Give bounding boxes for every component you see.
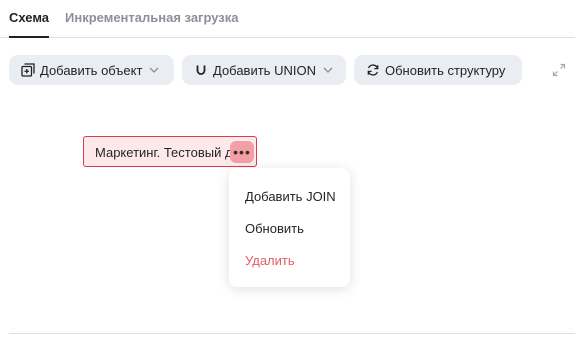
add-object-button[interactable]: Добавить объект <box>9 55 174 85</box>
divider <box>9 333 575 334</box>
menu-item-refresh[interactable]: Обновить <box>245 221 304 237</box>
add-object-label: Добавить объект <box>40 62 143 78</box>
node-context-menu: Добавить JOIN Обновить Удалить <box>229 168 350 287</box>
refresh-structure-label: Обновить структуру <box>385 62 506 78</box>
tab-incremental-load[interactable]: Инкрементальная загрузка <box>65 10 239 26</box>
add-union-button[interactable]: Добавить UNION <box>182 55 346 85</box>
menu-item-add-join[interactable]: Добавить JOIN <box>245 189 336 205</box>
expand-icon[interactable] <box>551 62 567 78</box>
node-label: Маркетинг. Тестовый д <box>95 145 233 160</box>
chevron-down-icon <box>322 64 334 76</box>
add-union-label: Добавить UNION <box>213 62 316 78</box>
tab-schema[interactable]: Схема <box>9 10 50 38</box>
tab-bar: Схема Инкрементальная загрузка <box>0 0 575 38</box>
union-icon <box>194 63 208 77</box>
refresh-structure-button[interactable]: Обновить структуру <box>354 55 522 85</box>
schema-node[interactable]: Маркетинг. Тестовый д ••• <box>83 136 257 167</box>
chevron-down-icon <box>148 64 160 76</box>
refresh-icon <box>366 63 380 77</box>
menu-item-delete[interactable]: Удалить <box>245 253 295 269</box>
more-icon[interactable]: ••• <box>230 141 254 163</box>
add-object-icon <box>21 63 35 77</box>
